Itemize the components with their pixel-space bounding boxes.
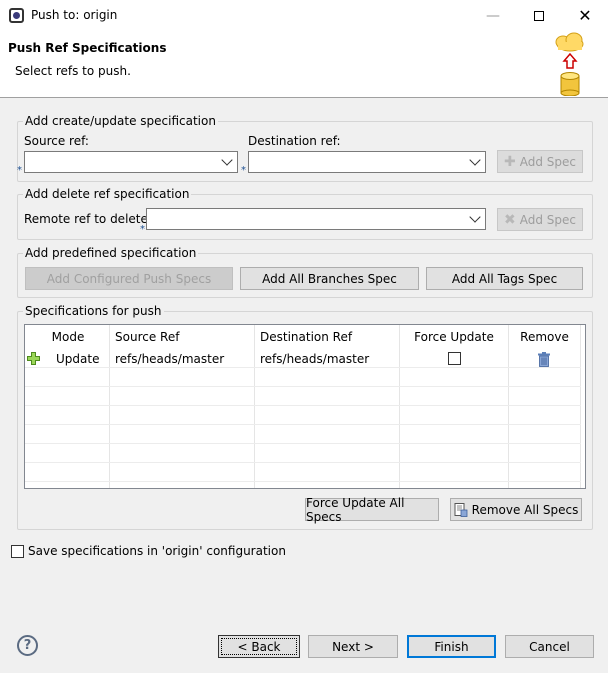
row-destination-ref: refs/heads/master — [260, 352, 370, 366]
push-specs-table: Mode Source Ref Destination Ref Force Up… — [24, 324, 586, 489]
close-button[interactable]: ✕ — [562, 0, 608, 31]
add-all-tags-spec-button[interactable]: Add All Tags Spec — [426, 267, 583, 290]
trash-icon[interactable] — [537, 352, 551, 367]
help-icon[interactable]: ? — [17, 635, 38, 656]
add-all-branches-spec-button[interactable]: Add All Branches Spec — [240, 267, 419, 290]
maximize-button[interactable] — [516, 0, 562, 31]
remote-ref-label: Remote ref to delete: — [24, 212, 152, 226]
page-title: Push Ref Specifications — [8, 41, 167, 55]
save-config-label[interactable]: Save specifications in 'origin' configur… — [28, 544, 286, 558]
add-configured-push-specs-button[interactable]: Add Configured Push Specs — [25, 267, 233, 290]
column-header-mode[interactable]: Mode — [25, 325, 110, 349]
column-header-force-update[interactable]: Force Update — [400, 325, 509, 349]
finish-button[interactable]: Finish — [407, 635, 496, 658]
remove-all-specs-button[interactable]: Remove All Specs — [450, 498, 582, 521]
add-plus-icon: ✚ — [504, 153, 516, 170]
save-config-checkbox[interactable] — [11, 545, 24, 558]
chevron-down-icon — [469, 211, 481, 223]
page-subtitle: Select refs to push. — [15, 64, 131, 78]
column-header-remove[interactable]: Remove — [509, 325, 581, 349]
delete-ref-group-label: Add delete ref specification — [23, 187, 192, 201]
remove-all-specs-label: Remove All Specs — [471, 502, 579, 517]
remove-all-icon — [454, 502, 468, 517]
table-row-empty — [25, 387, 581, 406]
remote-required-marker: * — [140, 224, 145, 235]
table-row-empty — [25, 368, 581, 387]
row-source-ref: refs/heads/master — [115, 352, 225, 366]
row-mode: Update — [56, 352, 100, 366]
next-button-label: Next > — [332, 639, 374, 654]
source-ref-label: Source ref: — [24, 134, 89, 148]
window-title: Push to: origin — [31, 8, 118, 22]
destination-ref-label: Destination ref: — [248, 134, 341, 148]
specs-group-label: Specifications for push — [23, 304, 164, 318]
column-header-destination-ref[interactable]: Destination Ref — [255, 325, 400, 349]
chevron-down-icon — [221, 154, 233, 166]
eclipse-app-icon — [9, 8, 24, 23]
back-button-label: < Back — [237, 639, 281, 654]
maximize-icon — [534, 10, 544, 21]
destination-ref-combo[interactable] — [248, 151, 486, 173]
delete-x-icon: ✖ — [504, 211, 516, 228]
finish-button-label: Finish — [434, 639, 469, 654]
minimize-button[interactable]: — — [470, 0, 516, 31]
source-required-marker: * — [17, 165, 22, 176]
column-header-source-ref[interactable]: Source Ref — [110, 325, 255, 349]
table-row-empty — [25, 406, 581, 425]
table-row-empty — [25, 444, 581, 463]
force-update-all-specs-button[interactable]: Force Update All Specs — [305, 496, 439, 524]
remote-ref-combo[interactable] — [146, 208, 486, 230]
push-to-cloud-icon — [555, 32, 584, 96]
add-update-spec-button[interactable]: ✚ Add Spec — [497, 150, 583, 173]
add-delete-spec-button[interactable]: ✖ Add Spec — [497, 208, 583, 231]
minimize-icon: — — [486, 7, 500, 24]
add-spec-label: Add Spec — [519, 154, 576, 169]
add-spec-label: Add Spec — [519, 212, 576, 227]
predefined-group-label: Add predefined specification — [23, 246, 199, 260]
table-row-empty — [25, 425, 581, 444]
destination-required-marker: * — [241, 165, 246, 176]
back-button[interactable]: < Back — [218, 635, 300, 658]
row-force-update-checkbox[interactable] — [448, 352, 461, 365]
source-ref-combo[interactable] — [24, 151, 238, 173]
cancel-button-label: Cancel — [529, 639, 570, 654]
create-update-group-label: Add create/update specification — [23, 114, 218, 128]
next-button[interactable]: Next > — [308, 635, 398, 658]
chevron-down-icon — [469, 154, 481, 166]
table-row-empty — [25, 463, 581, 482]
update-plus-icon — [27, 352, 40, 365]
close-icon: ✕ — [578, 6, 592, 25]
cancel-button[interactable]: Cancel — [505, 635, 594, 658]
